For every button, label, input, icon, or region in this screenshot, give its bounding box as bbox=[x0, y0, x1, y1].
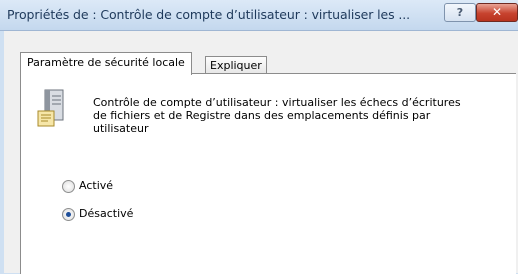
help-icon: ? bbox=[456, 6, 464, 19]
disabled-radio[interactable] bbox=[62, 208, 75, 221]
help-button[interactable]: ? bbox=[444, 3, 476, 22]
enabled-radio[interactable] bbox=[62, 180, 75, 193]
policy-document-icon bbox=[37, 89, 64, 127]
disabled-label: Désactivé bbox=[79, 207, 134, 220]
window-title: Propriétés de : Contrôle de compte d’uti… bbox=[7, 7, 411, 22]
enabled-label: Activé bbox=[79, 179, 114, 192]
tab-label: Expliquer bbox=[210, 59, 262, 72]
description-line: de fichiers et de Registre dans des empl… bbox=[93, 109, 431, 122]
title-bar[interactable]: Propriétés de : Contrôle de compte d’uti… bbox=[0, 0, 518, 31]
tab-local-security-setting[interactable]: Paramètre de sécurité locale bbox=[20, 52, 192, 75]
description-line: utilisateur bbox=[93, 122, 149, 135]
radio-selected-dot bbox=[66, 212, 71, 217]
tab-label: Paramètre de sécurité locale bbox=[27, 56, 185, 69]
policy-description: Contrôle de compte d’utilisateur : virtu… bbox=[93, 96, 493, 135]
description-line: Contrôle de compte d’utilisateur : virtu… bbox=[93, 96, 461, 109]
close-button[interactable]: ✕ bbox=[476, 3, 518, 22]
close-icon: ✕ bbox=[491, 5, 503, 19]
tab-explain[interactable]: Expliquer bbox=[205, 56, 267, 74]
